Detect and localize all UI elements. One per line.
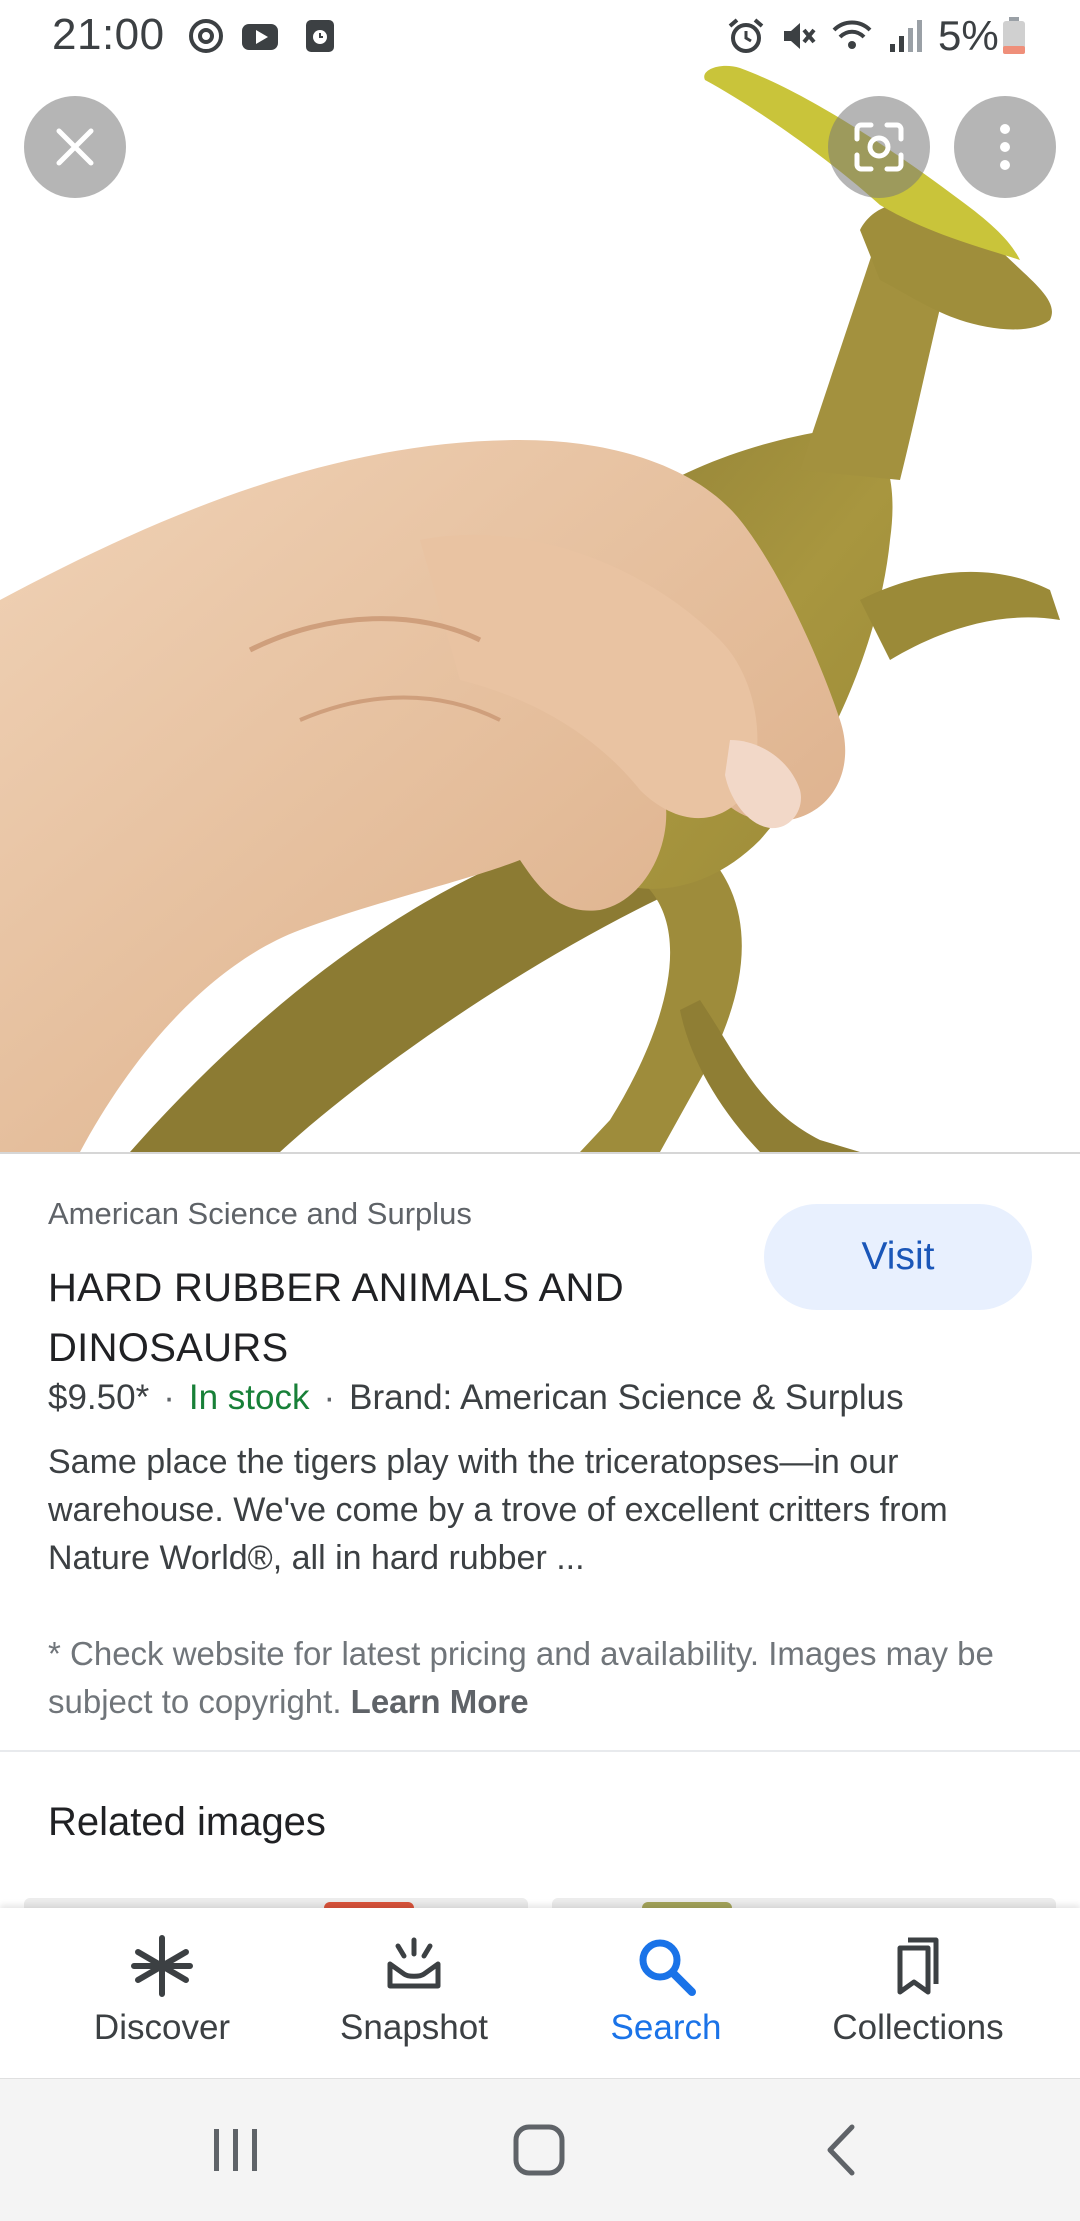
nav-label: Discover [93,2008,231,2047]
bookmarks-icon [897,1937,939,1995]
stock-status: In stock [188,1378,310,1417]
status-time: 21:00 [52,10,165,59]
asterisk-icon [131,1935,193,1997]
related-images-heading: Related images [48,1800,326,1844]
wifi-icon [832,20,872,49]
hero-divider [0,1152,1080,1154]
bottom-navigation: Discover Snapshot Search Collections [0,1908,1080,2078]
battery-percentage: 5% [938,12,999,59]
product-meta-line: $9.50* · In stock · Brand: American Science … [48,1378,904,1418]
sync-icon [189,19,223,53]
battery-low-icon [1003,17,1025,54]
clock-app-icon [306,20,334,52]
signal-icon [890,20,922,52]
nav-item-search[interactable]: Search [531,1908,801,2078]
product-description: Same place the tigers play with the tric… [48,1443,948,1577]
separator-dot: · [163,1378,175,1417]
youtube-icon [242,24,278,50]
visit-button[interactable]: Visit [764,1204,1032,1310]
nav-item-collections[interactable]: Collections [783,1908,1053,2078]
product-title[interactable]: HARD RUBBER ANIMALS AND DINOSAURS [48,1258,748,1378]
more-vert-icon [1000,124,1010,170]
learn-more-link[interactable]: Learn More [351,1683,529,1720]
section-divider [0,1750,1080,1752]
nav-label: Snapshot [340,2008,488,2047]
product-brand: Brand: American Science & Surplus [349,1378,904,1417]
nav-label: Search [610,2008,722,2047]
close-button[interactable] [24,96,126,198]
recent-apps-icon[interactable] [210,2125,262,2175]
google-lens-icon [854,122,904,172]
more-options-button[interactable] [954,96,1056,198]
source-site-name[interactable]: American Science and Surplus [48,1196,472,1232]
back-icon[interactable] [822,2123,862,2177]
mute-icon [784,23,816,49]
nav-item-discover[interactable]: Discover [27,1908,297,2078]
product-price: $9.50* [48,1378,150,1417]
snapshot-icon [387,1937,441,1989]
nav-item-snapshot[interactable]: Snapshot [279,1908,549,2078]
nav-label: Collections [832,2008,1004,2047]
close-icon [56,128,94,166]
search-icon [639,1939,696,1996]
home-icon[interactable] [512,2123,566,2177]
system-navigation-bar [0,2078,1080,2221]
status-bar: 21:00 5% [0,0,1080,72]
pricing-disclaimer: * Check website for latest pricing and a… [48,1630,1038,1726]
lens-button[interactable] [828,96,930,198]
alarm-icon [728,18,764,53]
separator-dot: · [323,1378,336,1417]
